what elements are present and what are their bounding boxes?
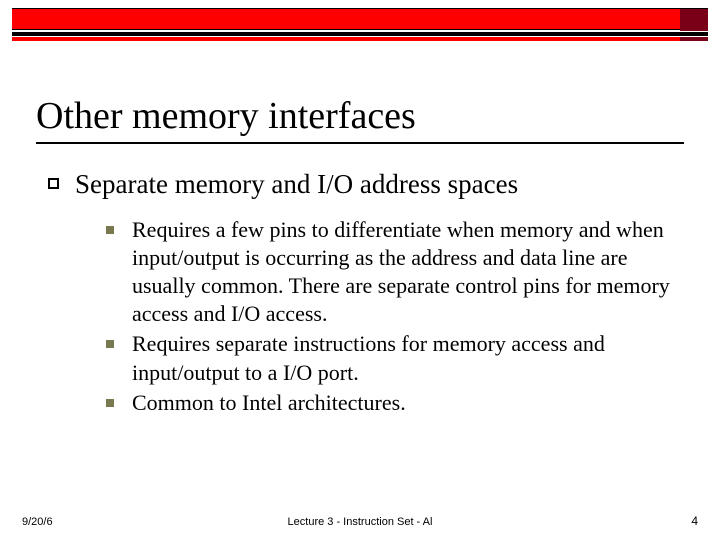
slide-title: Other memory interfaces [36, 94, 684, 144]
level2-text: Requires a few pins to differentiate whe… [132, 216, 684, 329]
slide: Other memory interfaces Separate memory … [0, 0, 720, 540]
list-item: Separate memory and I/O address spaces [48, 168, 684, 202]
level2-text: Requires separate instructions for memor… [132, 330, 684, 386]
black-bar [12, 32, 708, 36]
red-bar-thin [12, 37, 708, 41]
footer-page-number: 4 [691, 514, 698, 528]
level2-text: Common to Intel architectures. [132, 389, 406, 417]
red-bar-thick [12, 8, 708, 30]
sublist: Requires a few pins to differentiate whe… [106, 216, 684, 417]
level1-text: Separate memory and I/O address spaces [75, 168, 518, 202]
filled-square-bullet-icon [106, 226, 114, 234]
decorative-top-bar [12, 8, 708, 41]
list-item: Requires a few pins to differentiate whe… [106, 216, 684, 329]
slide-footer: 9/20/6 Lecture 3 - Instruction Set - Al … [0, 510, 720, 528]
footer-center: Lecture 3 - Instruction Set - Al [0, 516, 720, 528]
filled-square-bullet-icon [106, 399, 114, 407]
list-item: Requires separate instructions for memor… [106, 330, 684, 386]
slide-body: Separate memory and I/O address spaces R… [48, 168, 684, 419]
filled-square-bullet-icon [106, 340, 114, 348]
list-item: Common to Intel architectures. [106, 389, 684, 417]
hollow-square-bullet-icon [48, 178, 59, 189]
